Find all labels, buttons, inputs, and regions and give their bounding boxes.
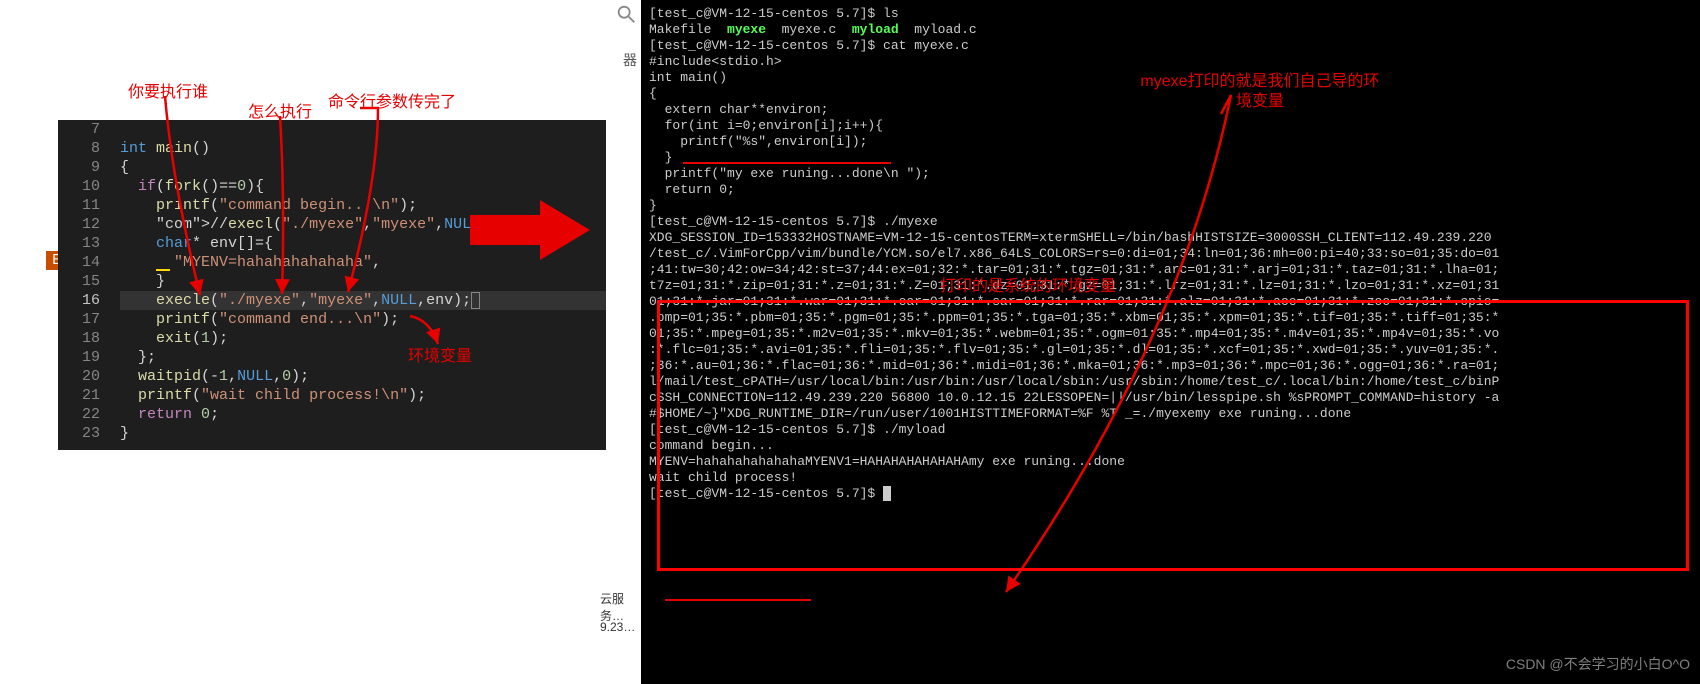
anno-args: 命令行参数传完了 <box>328 88 456 112</box>
term-line: #$HOME/~}"XDG_RUNTIME_DIR=/run/user/1001… <box>649 406 1692 422</box>
term-line: Makefile myexe myexe.c myload myload.c <box>649 22 1692 38</box>
term-line: for(int i=0;environ[i];i++){ <box>649 118 1692 134</box>
code-line[interactable]: return 0; <box>120 405 606 424</box>
term-line: } <box>649 150 1692 166</box>
app-icon: 器 <box>623 50 637 70</box>
anno-env: 环境变量 <box>408 342 472 366</box>
code-line[interactable]: { <box>120 158 606 177</box>
term-line: [test_c@VM-12-15-centos 5.7]$ ./myload <box>649 422 1692 438</box>
term-line: command begin... <box>649 438 1692 454</box>
code-line[interactable]: printf("command end...\n"); <box>120 310 606 329</box>
search-icon <box>615 3 637 25</box>
left-pane: 器 E> 7891011121314151617181920212223 int… <box>0 0 641 684</box>
side-cloud-label: 云服务… <box>600 590 641 624</box>
term-line: #include<stdio.h> <box>649 54 1692 70</box>
code-body[interactable]: int main(){ if(fork()==0){ printf("comma… <box>120 120 606 450</box>
term-line: [test_c@VM-12-15-centos 5.7]$ <box>649 486 1692 502</box>
term-line: /test_c/.VimForCpp/vim/bundle/YCM.so/el7… <box>649 246 1692 262</box>
code-line[interactable]: } <box>120 424 606 443</box>
term-line: t7z=01;31:*.zip=01;31:*.z=01;31:*.Z=01;3… <box>649 278 1692 294</box>
term-line: 01;35:*.mpeg=01;35:*.m2v=01;35:*.mkv=01;… <box>649 326 1692 342</box>
term-line: [test_c@VM-12-15-centos 5.7]$ cat myexe.… <box>649 38 1692 54</box>
term-line: ;41:tw=30;42:ow=34;42:st=37;44:ex=01;32:… <box>649 262 1692 278</box>
term-line: 01;31:*.jar=01;31:*.war=01;31:*.ear=01;3… <box>649 294 1692 310</box>
code-line[interactable] <box>120 120 606 139</box>
term-line: cSSH_CONNECTION=112.49.239.220 56800 10.… <box>649 390 1692 406</box>
term-line: XDG_SESSION_ID=153332HOSTNAME=VM-12-15-c… <box>649 230 1692 246</box>
code-editor[interactable]: 7891011121314151617181920212223 int main… <box>58 120 606 450</box>
term-line: wait child process! <box>649 470 1692 486</box>
side-ip-label: 9.23… <box>600 620 635 634</box>
term-line: printf("%s",environ[i]); <box>649 134 1692 150</box>
code-line[interactable]: } <box>120 272 606 291</box>
code-line[interactable]: execle("./myexe","myexe",NULL,env); <box>120 291 606 310</box>
watermark: CSDN @不会学习的小白O^O <box>1506 654 1690 674</box>
term-line: [test_c@VM-12-15-centos 5.7]$ ./myexe <box>649 214 1692 230</box>
anno-right-title: myexe打印的就是我们自己导的环 境变量 myexe打印的就是我们自己导的环境… <box>1130 72 1390 112</box>
term-line: l/mail/test_cPATH=/usr/local/bin:/usr/bi… <box>649 374 1692 390</box>
term-line: :*.flc=01;35:*.avi=01;35:*.fli=01;35:*.f… <box>649 342 1692 358</box>
code-line[interactable]: int main() <box>120 139 606 158</box>
code-line[interactable]: printf("wait child process!\n"); <box>120 386 606 405</box>
anno-how: 怎么执行 <box>248 98 312 122</box>
term-line: return 0; <box>649 182 1692 198</box>
term-line: printf("my exe runing...done\n "); <box>649 166 1692 182</box>
term-line: [test_c@VM-12-15-centos 5.7]$ ls <box>649 6 1692 22</box>
term-line: } <box>649 198 1692 214</box>
line-gutter: 7891011121314151617181920212223 <box>58 120 110 450</box>
anno-sys-env: 打印的是系统的环境变量 <box>940 272 1116 296</box>
code-line[interactable]: exit(1); <box>120 329 606 348</box>
big-arrow-icon <box>470 200 590 265</box>
code-line[interactable]: if(fork()==0){ <box>120 177 606 196</box>
term-line: ;36:*.au=01;36:*.flac=01;36:*.mid=01;36:… <box>649 358 1692 374</box>
code-line[interactable]: }; <box>120 348 606 367</box>
term-line: .bmp=01;35:*.pbm=01;35:*.pgm=01;35:*.ppm… <box>649 310 1692 326</box>
error-underline <box>156 269 170 271</box>
code-line[interactable]: waitpid(-1,NULL,0); <box>120 367 606 386</box>
term-line: MYENV=hahahahahahahaMYENV1=HAHAHAHAHAHAH… <box>649 454 1692 470</box>
anno-who: 你要执行谁 <box>128 78 208 102</box>
